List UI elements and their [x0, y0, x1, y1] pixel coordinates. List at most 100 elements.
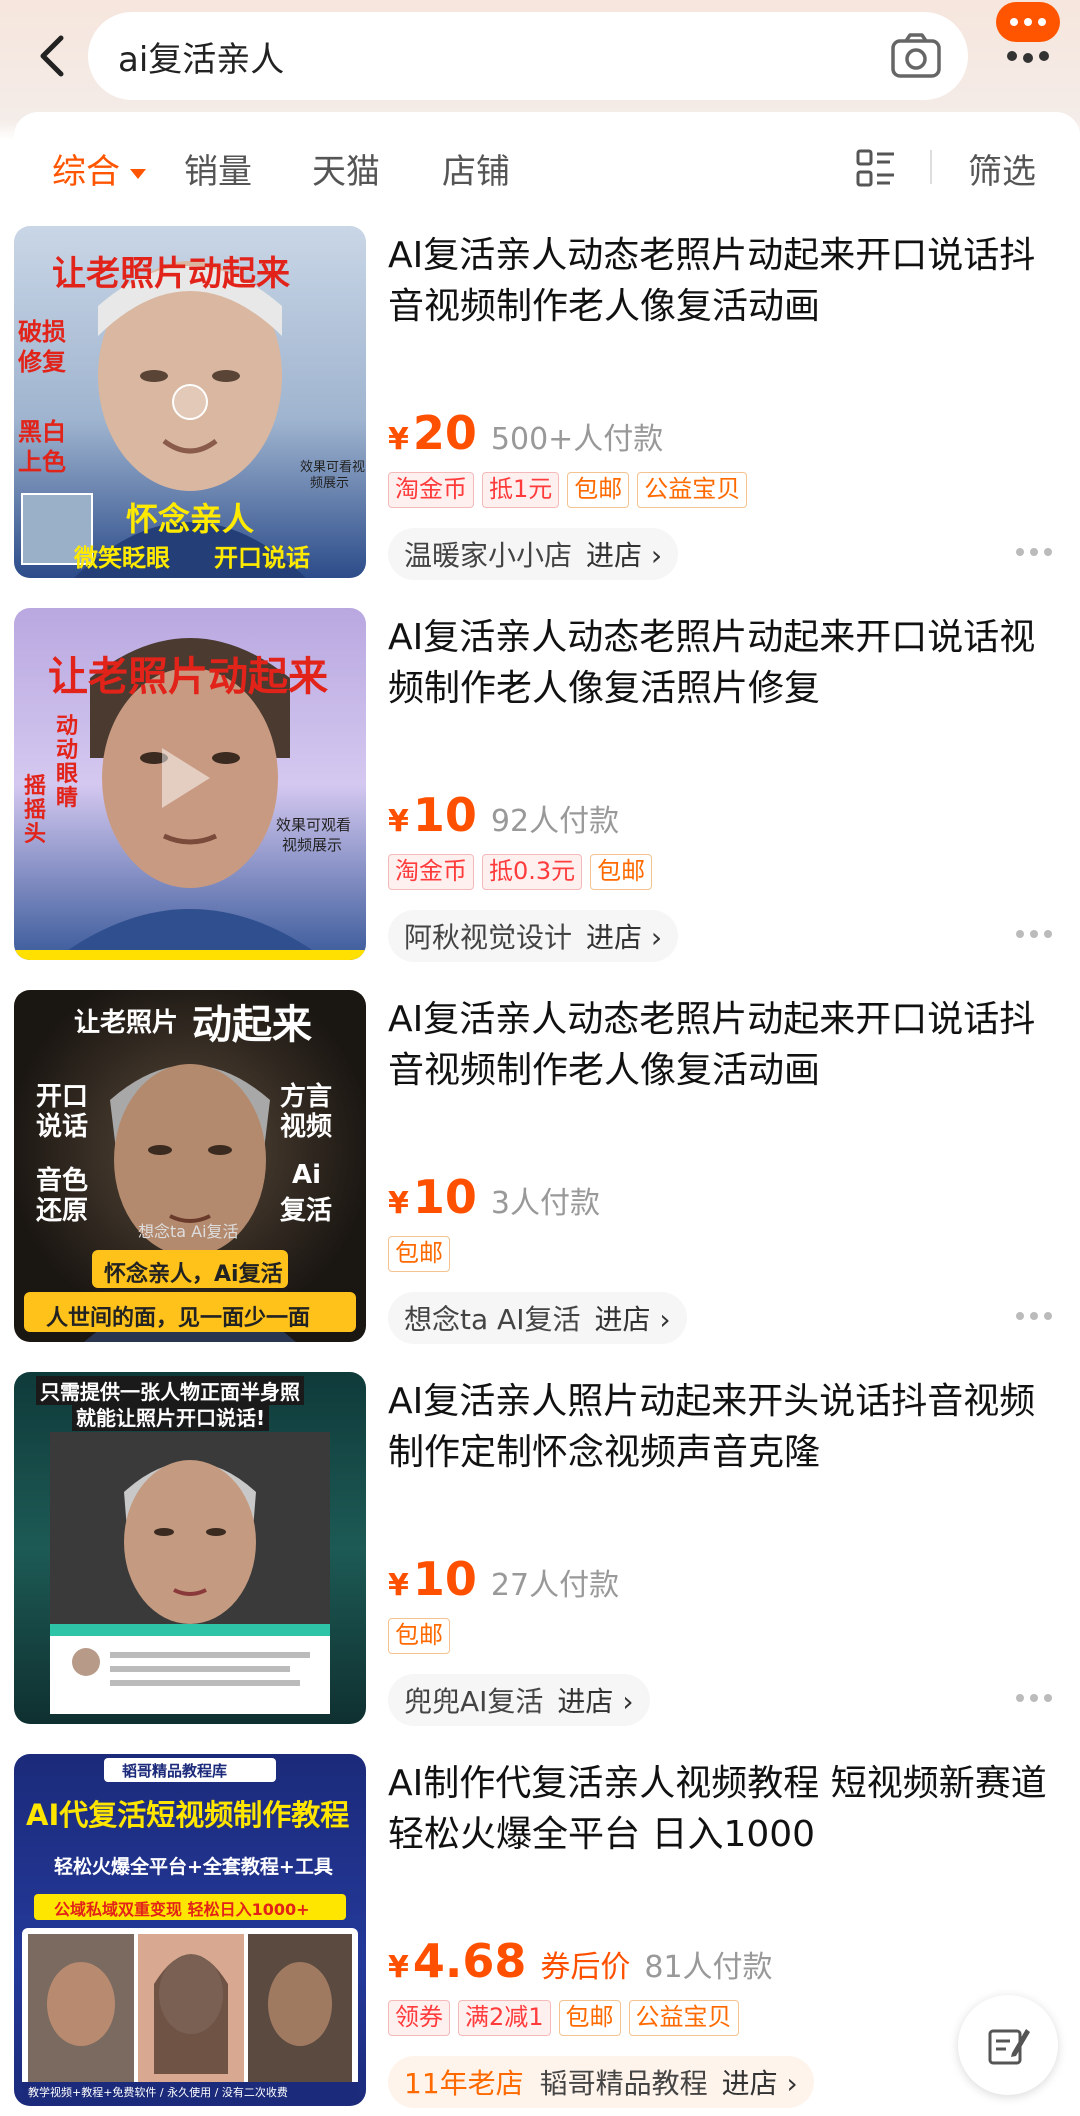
price: 20 — [412, 406, 477, 460]
play-icon — [172, 384, 208, 420]
caret-down-icon — [130, 168, 146, 179]
shop-name: 韬哥精品教程 — [539, 2067, 708, 2100]
tag: 公益宝贝 — [637, 472, 748, 508]
tab-sales[interactable]: 销量 — [184, 144, 252, 193]
thumb-text: 视频展示 — [282, 836, 343, 854]
shop-link[interactable]: 温暖家小小店 进店 › — [388, 528, 679, 580]
shop-name: 兜兜AI复活 — [404, 1685, 544, 1718]
thumb-text: 开口说话 — [214, 544, 310, 572]
product-image[interactable]: 只需提供一张人物正面半身照 就能让照片开口说话! — [14, 1372, 366, 1724]
thumb-text: 修复 — [18, 348, 66, 376]
tag-list: 包邮 — [388, 1618, 458, 1654]
tag-list: 淘金币 抵1元 包邮 公益宝贝 — [388, 472, 755, 508]
thumb-text: 轻松火爆全平台+全套教程+工具 — [54, 1856, 333, 1878]
shop-link[interactable]: 想念ta AI复活 进店 › — [388, 1292, 687, 1344]
tag-list: 包邮 — [388, 1236, 458, 1272]
enter-shop-label: 进店 › — [557, 1685, 634, 1718]
price-row: ¥ 10 27人付款 — [388, 1552, 619, 1606]
tab-label: 天猫 — [312, 152, 380, 192]
shop-link[interactable]: 11年老店 韬哥精品教程 进店 › — [388, 2056, 814, 2108]
product-image[interactable]: 韬哥精品教程库 AI代复活短视频制作教程 轻松火爆全平台+全套教程+工具 公域私… — [14, 1754, 366, 2106]
tag: 包邮 — [388, 1236, 450, 1272]
product-image[interactable]: 让老照片动起来 摇 摇 头 动 动 眼 睛 效果可观看 视频展示 — [14, 608, 366, 960]
tag: 包邮 — [567, 472, 630, 508]
search-query: ai复活亲人 — [118, 39, 285, 80]
thumb-text: AI代复活短视频制作教程 — [26, 1798, 350, 1832]
search-input[interactable]: ai复活亲人 — [88, 12, 968, 100]
product-title[interactable]: AI复活亲人照片动起来开头说话抖音视频制作定制怀念视频声音克隆 — [388, 1376, 1048, 1478]
tag: 淘金币 — [388, 854, 474, 890]
product-card[interactable]: 让老照片动起来 破损 修复 黑白 上色 怀念亲人 微笑眨眼 开口说话 效果可看视… — [0, 220, 1080, 600]
top-bar: ai复活亲人 — [0, 0, 1080, 112]
filter-button[interactable]: 筛选 — [968, 144, 1036, 193]
thumb-text: 还原 — [36, 1196, 89, 1226]
product-image[interactable]: 让老照片 动起来 开口 说话 方言 视频 音色 还原 Ai 复活 想念ta Ai… — [14, 990, 366, 1342]
shop-age-badge: 11年老店 — [404, 2067, 524, 2100]
tag: 包邮 — [590, 854, 653, 890]
message-button[interactable] — [992, 0, 1066, 70]
paid-count: 3人付款 — [490, 1186, 600, 1221]
chevron-left-icon — [40, 35, 64, 77]
enter-shop-label: 进店 › — [594, 1303, 671, 1336]
price: 10 — [412, 1552, 477, 1606]
thumb-text: 想念ta Ai复活 — [138, 1222, 239, 1241]
thumb-text: 效果可观看 — [276, 816, 352, 834]
thumb-text: 公域私域双重变现 轻松日入1000+ — [54, 1900, 310, 1919]
product-title[interactable]: AI复活亲人动态老照片动起来开口说话抖音视频制作老人像复活动画 — [388, 994, 1048, 1096]
thumb-text: 怀念亲人，Ai复活 — [104, 1262, 283, 1287]
list-layout-icon[interactable] — [856, 148, 896, 188]
shop-name: 想念ta AI复活 — [404, 1303, 581, 1336]
product-card[interactable]: 韬哥精品教程库 AI代复活短视频制作教程 轻松火爆全平台+全套教程+工具 公域私… — [0, 1748, 1080, 2116]
feedback-button[interactable] — [958, 1995, 1058, 2095]
more-icon[interactable] — [1014, 546, 1054, 558]
back-button[interactable] — [28, 26, 76, 86]
tag: 领券 — [388, 2000, 450, 2036]
more-icon[interactable] — [1014, 1310, 1054, 1322]
camera-icon[interactable] — [890, 32, 942, 80]
price-row: ¥ 20 500+人付款 — [388, 406, 663, 460]
thumb-text: 动起来 — [192, 1002, 312, 1048]
product-card[interactable]: 只需提供一张人物正面半身照 就能让照片开口说话! AI复活亲人照片动起来开头说话… — [0, 1366, 1080, 1746]
tag: 包邮 — [388, 1618, 450, 1654]
filter-label: 筛选 — [968, 152, 1036, 192]
price-note: 券后价 — [540, 1950, 631, 1985]
more-icon[interactable] — [1014, 928, 1054, 940]
paid-count: 27人付款 — [490, 1568, 620, 1603]
tab-comprehensive[interactable]: 综合 — [52, 144, 146, 193]
price: 10 — [412, 788, 477, 842]
product-title[interactable]: AI复活亲人动态老照片动起来开口说话抖音视频制作老人像复活动画 — [388, 230, 1048, 332]
enter-shop-label: 进店 › — [586, 921, 663, 954]
thumb-text: 说话 — [36, 1112, 89, 1142]
shop-link[interactable]: 阿秋视觉设计 进店 › — [388, 910, 679, 962]
tag-list: 领券 满2减1 包邮 公益宝贝 — [388, 2000, 747, 2036]
tab-label: 店铺 — [442, 152, 510, 192]
tab-label: 销量 — [184, 152, 252, 192]
tag: 淘金币 — [388, 472, 474, 508]
product-title[interactable]: AI复活亲人动态老照片动起来开口说话视频制作老人像复活照片修复 — [388, 612, 1048, 714]
thumb-text: 复活 — [280, 1196, 333, 1226]
product-image[interactable]: 让老照片动起来 破损 修复 黑白 上色 怀念亲人 微笑眨眼 开口说话 效果可看视… — [14, 226, 366, 578]
thumb-text: 视频 — [280, 1112, 333, 1142]
price-row: ¥ 10 92人付款 — [388, 788, 619, 842]
chat-bubble-icon — [996, 2, 1060, 63]
product-card[interactable]: 让老照片 动起来 开口 说话 方言 视频 音色 还原 Ai 复活 想念ta Ai… — [0, 984, 1080, 1364]
thumb-text: 就能让照片开口说话! — [72, 1402, 270, 1431]
thumb-text: 只需提供一张人物正面半身照 — [36, 1376, 304, 1405]
enter-shop-label: 进店 › — [721, 2067, 798, 2100]
divider — [930, 150, 932, 184]
tab-tmall[interactable]: 天猫 — [312, 144, 380, 193]
thumb-text: 上色 — [18, 448, 66, 476]
paid-count: 92人付款 — [490, 804, 620, 839]
thumb-text: 让老照片动起来 — [52, 254, 290, 294]
tag: 公益宝贝 — [628, 2000, 739, 2036]
thumb-text: 头 — [24, 822, 47, 847]
thumb-text: 频展示 — [310, 476, 350, 491]
shop-link[interactable]: 兜兜AI复活 进店 › — [388, 1674, 650, 1726]
more-icon[interactable] — [1014, 1692, 1054, 1704]
paid-count: 81人付款 — [644, 1950, 773, 1985]
currency: ¥ — [388, 1186, 409, 1221]
currency: ¥ — [388, 422, 409, 457]
tab-shops[interactable]: 店铺 — [442, 144, 510, 193]
product-title[interactable]: AI制作代复活亲人视频教程 短视频新赛道轻松火爆全平台 日入1000 — [388, 1758, 1048, 1860]
product-card[interactable]: 让老照片动起来 摇 摇 头 动 动 眼 睛 效果可观看 视频展示 AI复活亲人动… — [0, 602, 1080, 982]
